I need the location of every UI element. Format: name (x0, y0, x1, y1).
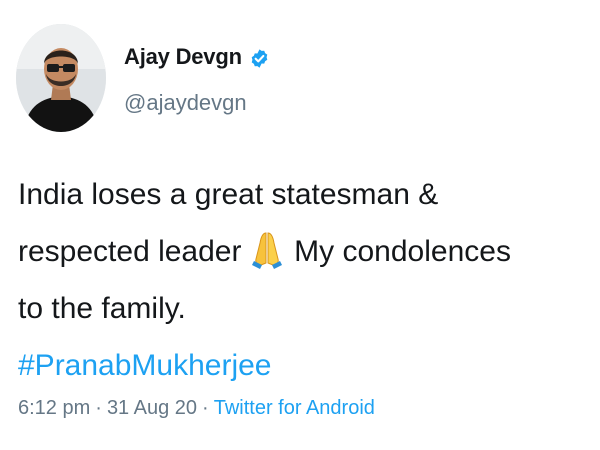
folded-hands-emoji-icon (250, 229, 284, 269)
tweet-meta: 6:12 pm · 31 Aug 20 · Twitter for Android (18, 397, 375, 420)
tweet-text: India loses a great statesman & respecte… (18, 166, 600, 394)
tweet-card: Ajay Devgn @ajaydevgn India loses a grea… (0, 0, 600, 450)
author-display-name[interactable]: Ajay Devgn (124, 44, 242, 70)
author-name-row: Ajay Devgn (124, 44, 270, 70)
tweet-text-segment: My condolences (294, 235, 511, 268)
profile-photo-icon (16, 24, 106, 132)
verified-badge-icon (249, 48, 270, 69)
tweet-text-segment: respected leader (18, 235, 242, 268)
meta-separator: · (202, 397, 209, 419)
tweet-text-line: respected leader My condolences (18, 223, 600, 280)
tweet-text-line: to the family. (18, 292, 186, 325)
author-handle[interactable]: @ajaydevgn (124, 90, 247, 116)
tweet-text-line: India loses a great statesman & (18, 178, 439, 211)
tweet-hashtag-line: #PranabMukherjee (18, 337, 600, 394)
meta-separator: · (95, 397, 102, 419)
tweet-date[interactable]: 31 Aug 20 (107, 397, 197, 419)
tweet-time[interactable]: 6:12 pm (18, 397, 90, 419)
avatar[interactable] (16, 24, 106, 132)
hashtag-link[interactable]: #PranabMukherjee (18, 349, 272, 382)
tweet-source-link[interactable]: Twitter for Android (214, 397, 375, 419)
